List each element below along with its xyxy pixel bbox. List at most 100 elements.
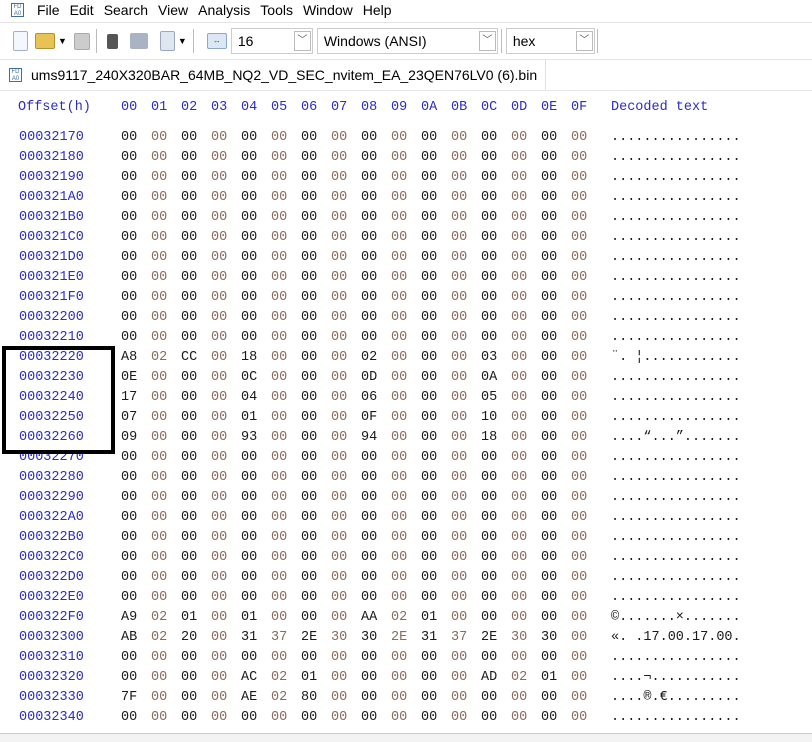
byte-cell[interactable]: 00 — [271, 510, 293, 525]
byte-cell[interactable]: 00 — [211, 270, 233, 285]
byte-cell[interactable]: 00 — [301, 330, 323, 345]
byte-cell[interactable]: 00 — [571, 710, 593, 725]
byte-cell[interactable]: 02 — [271, 670, 293, 685]
byte-cell[interactable]: 00 — [571, 190, 593, 205]
byte-cell[interactable]: 00 — [271, 230, 293, 245]
decoded-text[interactable]: ................ — [611, 470, 741, 485]
byte-cell[interactable]: 00 — [511, 390, 533, 405]
decoded-text[interactable]: ................ — [611, 130, 741, 145]
byte-cell[interactable]: 00 — [511, 650, 533, 665]
byte-cell[interactable]: 00 — [211, 670, 233, 685]
byte-cell[interactable]: 00 — [421, 170, 443, 185]
byte-cell[interactable]: 00 — [301, 170, 323, 185]
byte-cell[interactable]: 00 — [421, 250, 443, 265]
byte-cell[interactable]: 30 — [361, 630, 383, 645]
byte-cell[interactable]: 00 — [271, 130, 293, 145]
byte-cell[interactable]: 18 — [241, 350, 263, 365]
byte-cell[interactable]: 00 — [541, 310, 563, 325]
byte-cell[interactable]: 00 — [181, 690, 203, 705]
byte-cell[interactable]: 00 — [361, 210, 383, 225]
byte-cell[interactable]: 00 — [271, 350, 293, 365]
byte-cell[interactable]: 00 — [391, 250, 413, 265]
byte-cell[interactable]: 00 — [331, 390, 353, 405]
byte-cell[interactable]: 00 — [481, 690, 503, 705]
decoded-text[interactable]: ................ — [611, 550, 741, 565]
byte-cell[interactable]: 00 — [331, 150, 353, 165]
byte-cell[interactable]: 00 — [511, 570, 533, 585]
byte-cell[interactable]: 00 — [541, 470, 563, 485]
byte-cell[interactable]: 00 — [361, 510, 383, 525]
byte-cell[interactable]: 00 — [271, 190, 293, 205]
decoded-text[interactable]: ................ — [611, 710, 741, 725]
byte-cell[interactable]: 00 — [361, 470, 383, 485]
byte-cell[interactable]: 00 — [121, 650, 143, 665]
byte-cell[interactable]: 00 — [241, 150, 263, 165]
byte-cell[interactable]: 00 — [481, 190, 503, 205]
byte-cell[interactable]: 00 — [481, 470, 503, 485]
byte-cell[interactable]: 00 — [331, 650, 353, 665]
byte-cell[interactable]: AA — [361, 610, 383, 625]
byte-cell[interactable]: 00 — [331, 570, 353, 585]
byte-cell[interactable]: 00 — [181, 570, 203, 585]
byte-cell[interactable]: 02 — [511, 670, 533, 685]
byte-cell[interactable]: 00 — [511, 410, 533, 425]
byte-cell[interactable]: 00 — [151, 450, 173, 465]
byte-cell[interactable]: 00 — [331, 610, 353, 625]
byte-cell[interactable]: 00 — [331, 470, 353, 485]
byte-cell[interactable]: 00 — [181, 550, 203, 565]
byte-cell[interactable]: 00 — [511, 710, 533, 725]
byte-cell[interactable]: 00 — [151, 470, 173, 485]
byte-cell[interactable]: 00 — [301, 390, 323, 405]
byte-cell[interactable]: 00 — [271, 170, 293, 185]
byte-cell[interactable]: 00 — [511, 310, 533, 325]
byte-cell[interactable]: 00 — [361, 590, 383, 605]
byte-cell[interactable]: 00 — [511, 510, 533, 525]
byte-cell[interactable]: 00 — [121, 330, 143, 345]
byte-cell[interactable]: 00 — [421, 650, 443, 665]
decoded-text[interactable]: ....¬........... — [611, 670, 741, 685]
byte-cell[interactable]: 00 — [301, 190, 323, 205]
byte-cell[interactable]: 00 — [451, 310, 473, 325]
byte-cell[interactable]: 2E — [301, 630, 323, 645]
byte-cell[interactable]: 31 — [241, 630, 263, 645]
byte-cell[interactable]: 00 — [541, 710, 563, 725]
decoded-text[interactable]: ....“...”....... — [611, 430, 741, 445]
byte-cell[interactable]: 00 — [511, 170, 533, 185]
byte-cell[interactable]: 02 — [391, 610, 413, 625]
byte-cell[interactable]: 00 — [421, 510, 443, 525]
byte-cell[interactable]: 10 — [481, 410, 503, 425]
byte-cell[interactable]: 00 — [211, 370, 233, 385]
byte-cell[interactable]: 00 — [571, 430, 593, 445]
byte-cell[interactable]: 00 — [481, 610, 503, 625]
byte-cell[interactable]: 00 — [571, 250, 593, 265]
byte-cell[interactable]: 00 — [121, 510, 143, 525]
byte-cell[interactable]: 00 — [271, 210, 293, 225]
byte-cell[interactable]: 00 — [331, 190, 353, 205]
byte-cell[interactable]: 00 — [271, 330, 293, 345]
byte-cell[interactable]: 00 — [511, 290, 533, 305]
byte-cell[interactable]: 00 — [571, 150, 593, 165]
byte-cell[interactable]: 00 — [421, 130, 443, 145]
disk-image-dropdown-icon[interactable]: ▼ — [178, 36, 187, 46]
byte-cell[interactable]: 00 — [451, 290, 473, 305]
byte-cell[interactable]: 00 — [211, 230, 233, 245]
decoded-text[interactable]: ¨. ¦............ — [611, 350, 741, 365]
byte-cell[interactable]: 00 — [481, 450, 503, 465]
byte-cell[interactable]: 00 — [151, 430, 173, 445]
byte-cell[interactable]: 00 — [541, 330, 563, 345]
byte-cell[interactable]: 00 — [511, 150, 533, 165]
byte-cell[interactable]: 00 — [211, 190, 233, 205]
byte-cell[interactable]: 00 — [151, 130, 173, 145]
byte-cell[interactable]: 00 — [361, 270, 383, 285]
new-file-icon[interactable] — [13, 31, 28, 51]
byte-cell[interactable]: 00 — [361, 450, 383, 465]
byte-cell[interactable]: 00 — [241, 290, 263, 305]
byte-cell[interactable]: 00 — [331, 290, 353, 305]
decoded-text[interactable]: ................ — [611, 650, 741, 665]
byte-cell[interactable]: 00 — [511, 590, 533, 605]
byte-cell[interactable]: 00 — [181, 190, 203, 205]
byte-cell[interactable]: 00 — [451, 510, 473, 525]
byte-cell[interactable]: 00 — [451, 470, 473, 485]
byte-cell[interactable]: AD — [481, 670, 503, 685]
byte-cell[interactable]: 00 — [181, 510, 203, 525]
